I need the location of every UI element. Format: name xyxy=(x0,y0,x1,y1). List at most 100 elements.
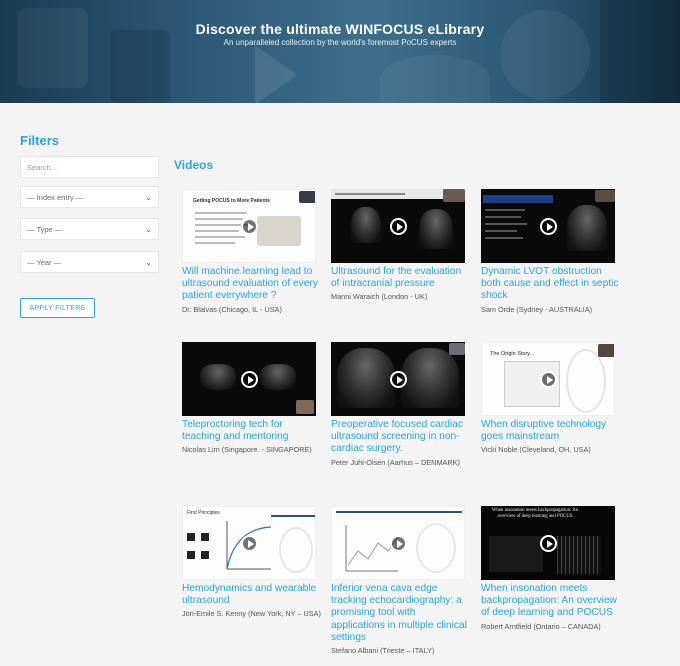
play-icon[interactable] xyxy=(240,217,258,235)
slide-text-line xyxy=(485,223,527,225)
search-input[interactable]: Search... xyxy=(20,156,159,178)
video-title-link[interactable]: Will machine learning lead to ultrasound… xyxy=(182,266,322,303)
ultrasound-image xyxy=(260,364,296,390)
apply-filters-button[interactable]: APPLY FILTERS xyxy=(20,298,95,318)
speaker-webcam xyxy=(595,190,615,202)
type-value: — Type — xyxy=(27,224,63,234)
video-title-link[interactable]: Inferior vena cava edge tracking echocar… xyxy=(331,583,471,644)
type-select[interactable]: — Type — ⌄ xyxy=(20,218,159,240)
play-icon[interactable] xyxy=(240,370,258,388)
videos-title: Videos xyxy=(174,158,214,172)
speaker-webcam xyxy=(296,400,314,414)
hero-bg-shape xyxy=(255,45,297,103)
slide-figure xyxy=(557,536,601,574)
video-title-link[interactable]: Teleproctoring tech for teaching and men… xyxy=(182,419,322,443)
slide-text-line xyxy=(485,230,517,232)
video-thumbnail[interactable] xyxy=(331,506,465,580)
slide-text-line xyxy=(485,209,525,211)
hero-subtitle: An unparalleled collection by the world'… xyxy=(223,38,457,47)
video-author: Vicki Noble (Cleveland, OH, USA) xyxy=(481,445,591,455)
slide-text-line xyxy=(195,236,245,238)
thumbnail-heading: When insonation meets backpropagation: A… xyxy=(491,508,579,519)
slide-text-line xyxy=(485,216,521,218)
hero-bg-shape xyxy=(18,8,88,88)
speaker-webcam xyxy=(443,189,465,202)
chevron-down-icon: ⌄ xyxy=(145,257,152,267)
watermark-logo xyxy=(566,349,606,413)
video-card[interactable]: Teleproctoring tech for teaching and men… xyxy=(182,342,322,455)
slide-text-line xyxy=(195,242,235,244)
video-card[interactable]: Getting POCUS to More Patients Will mach… xyxy=(182,189,322,315)
slide-text-line xyxy=(195,230,239,232)
slide-text-line xyxy=(195,218,243,220)
slide-header-bar xyxy=(271,515,315,517)
play-icon[interactable] xyxy=(389,370,407,388)
video-title-link[interactable]: Preoperative focused cardiac ultrasound … xyxy=(331,419,471,456)
index-entry-value: — Index entry — xyxy=(27,192,84,202)
video-author: Sam Orde (Sydney - AUSTRALIA) xyxy=(481,304,593,314)
video-thumbnail[interactable]: Getting POCUS to More Patients xyxy=(182,189,316,263)
video-card[interactable]: Inferior vena cava edge tracking echocar… xyxy=(331,506,471,656)
slide-header-bar xyxy=(336,511,462,513)
play-icon[interactable] xyxy=(539,534,557,552)
play-icon[interactable] xyxy=(240,534,258,552)
video-author: Robert Arntfield (Ontario – CANADA) xyxy=(481,621,601,631)
speaker-webcam xyxy=(449,343,465,355)
play-icon[interactable] xyxy=(389,534,407,552)
play-icon[interactable] xyxy=(389,217,407,235)
video-thumbnail[interactable] xyxy=(481,189,615,263)
video-thumbnail[interactable] xyxy=(331,342,465,416)
filters-title: Filters xyxy=(20,133,60,148)
watermark-logo xyxy=(416,523,456,573)
play-icon[interactable] xyxy=(539,217,557,235)
slide-header-bar xyxy=(483,195,553,203)
hero-banner: Discover the ultimate WINFOCUS eLibrary … xyxy=(0,0,680,103)
slide-text-line xyxy=(195,212,247,214)
slide-photo xyxy=(489,536,543,572)
slide-text-line xyxy=(485,237,523,239)
ultrasound-image xyxy=(337,348,395,408)
hero-bg-shape xyxy=(380,55,490,103)
video-card[interactable]: First Principles Hemodynamics and wearab… xyxy=(182,506,322,619)
chevron-down-icon: ⌄ xyxy=(145,224,152,234)
video-card[interactable]: When insonation meets backpropagation: A… xyxy=(481,506,621,632)
video-title-link[interactable]: Dynamic LVOT obstruction both cause and … xyxy=(481,266,621,303)
speaker-webcam xyxy=(299,191,315,203)
search-placeholder: Search... xyxy=(27,162,58,172)
ultrasound-image xyxy=(419,209,453,249)
video-thumbnail[interactable] xyxy=(331,189,465,263)
ultrasound-image xyxy=(401,348,459,408)
video-title-link[interactable]: Ultrasound for the evaluation of intracr… xyxy=(331,266,471,290)
video-author: Manni Waraich (London - UK) xyxy=(331,292,428,302)
video-author: Dr. Blaivas (Chicago, IL - USA) xyxy=(182,304,282,314)
ultrasound-image xyxy=(200,364,236,390)
thumbnail-heading: Getting POCUS to More Patients xyxy=(193,198,270,204)
video-thumbnail[interactable]: The Origin Story... xyxy=(481,342,615,416)
video-thumbnail[interactable]: When insonation meets backpropagation: A… xyxy=(481,506,615,580)
video-author: Jon-Emile S. Kenny (New York, NY – USA) xyxy=(182,609,321,619)
slide-figure xyxy=(187,533,195,541)
video-title-link[interactable]: When insonation meets backpropagation: A… xyxy=(481,583,621,620)
play-icon[interactable] xyxy=(539,370,557,388)
chevron-down-icon: ⌄ xyxy=(145,192,152,202)
video-card[interactable]: Ultrasound for the evaluation of intracr… xyxy=(331,189,471,302)
video-thumbnail[interactable]: First Principles xyxy=(182,506,316,580)
video-card[interactable]: Dynamic LVOT obstruction both cause and … xyxy=(481,189,621,315)
video-card[interactable]: The Origin Story... When disruptive tech… xyxy=(481,342,621,455)
slide-figure xyxy=(201,533,209,541)
video-thumbnail[interactable] xyxy=(182,342,316,416)
video-card[interactable]: Preoperative focused cardiac ultrasound … xyxy=(331,342,471,468)
video-title-link[interactable]: Hemodynamics and wearable ultrasound xyxy=(182,583,322,607)
thumbnail-heading: First Principles xyxy=(187,510,220,516)
video-author: Nicolas Lim (Singapore. - SINGAPORE) xyxy=(182,445,312,455)
index-entry-select[interactable]: — Index entry — ⌄ xyxy=(20,186,159,208)
speaker-webcam xyxy=(598,344,614,357)
slide-photo xyxy=(257,216,301,246)
slide-figure xyxy=(187,551,195,559)
year-select[interactable]: — Year — ⌄ xyxy=(20,251,159,273)
year-value: — Year — xyxy=(27,257,62,267)
hero-bg-shape xyxy=(600,0,680,103)
ultrasound-image xyxy=(351,207,381,243)
video-title-link[interactable]: When disruptive technology goes mainstre… xyxy=(481,419,621,443)
video-author: Stefano Albani (Trieste – ITALY) xyxy=(331,646,435,656)
